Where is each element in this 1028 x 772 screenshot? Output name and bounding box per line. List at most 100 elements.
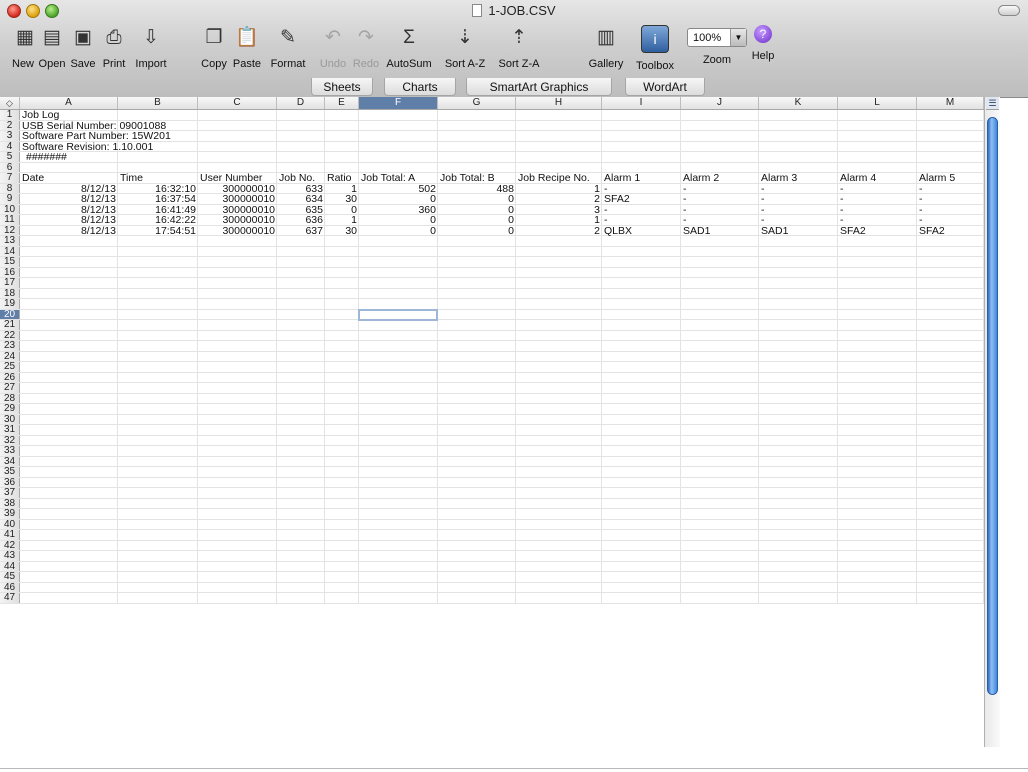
column-header-a[interactable]: A (20, 97, 118, 109)
cell-m8[interactable]: - (917, 184, 984, 194)
column-header-f[interactable]: F (359, 97, 438, 109)
cell-b9[interactable]: 16:37:54 (118, 194, 198, 204)
cell-c9[interactable]: 300000010 (198, 194, 277, 204)
cell-j11[interactable]: - (681, 215, 759, 225)
split-view-icon[interactable]: ☰ (986, 97, 999, 110)
print-button[interactable]: ⎙ Print (100, 22, 128, 70)
ribbon-tab-charts[interactable]: Charts (384, 78, 456, 96)
ribbon-tab-smartart-graphics[interactable]: SmartArt Graphics (466, 78, 612, 96)
cell-j8[interactable]: - (681, 184, 759, 194)
row-header[interactable]: 27 (0, 383, 20, 393)
column-header-m[interactable]: M (917, 97, 984, 109)
row-header[interactable]: 24 (0, 351, 20, 361)
row-header[interactable]: 33 (0, 446, 20, 456)
cell-k11[interactable]: - (759, 215, 838, 225)
paste-button[interactable]: 📋 Paste (231, 22, 263, 70)
sort-a-z-button[interactable]: ⇣ Sort A-Z (440, 22, 490, 70)
row-header[interactable]: 39 (0, 509, 20, 519)
cell-l7[interactable]: Alarm 4 (838, 173, 917, 183)
cell-j10[interactable]: - (681, 205, 759, 215)
cell-i8[interactable]: - (602, 184, 681, 194)
cell-l12[interactable]: SFA2 (838, 226, 917, 236)
cell-h11[interactable]: 1 (516, 215, 602, 225)
cell-g8[interactable]: 488 (438, 184, 516, 194)
row-header[interactable]: 23 (0, 341, 20, 351)
row-header[interactable]: 6 (0, 162, 20, 172)
row-header[interactable]: 5 (0, 152, 20, 162)
row-header[interactable]: 36 (0, 477, 20, 487)
sort-z-a-button[interactable]: ⇡ Sort Z-A (494, 22, 544, 70)
row-header[interactable]: 4 (0, 141, 20, 151)
new-button[interactable]: ▦ New (12, 22, 34, 70)
cell-e7[interactable]: Ratio (325, 173, 359, 183)
cell-c11[interactable]: 300000010 (198, 215, 277, 225)
active-cell[interactable] (358, 308, 438, 321)
cell-i7[interactable]: Alarm 1 (602, 173, 681, 183)
cell-g7[interactable]: Job Total: B (438, 173, 516, 183)
cell-l8[interactable]: - (838, 184, 917, 194)
cell-i10[interactable]: - (602, 205, 681, 215)
cell-c7[interactable]: User Number (198, 173, 277, 183)
row-header[interactable]: 12 (0, 225, 20, 235)
cell-m11[interactable]: - (917, 215, 984, 225)
row-header[interactable]: 29 (0, 404, 20, 414)
column-header-c[interactable]: C (198, 97, 277, 109)
cell-a7[interactable]: Date (20, 173, 118, 183)
cell-k8[interactable]: - (759, 184, 838, 194)
help-button[interactable]: ? Help (748, 22, 778, 62)
cell-g9[interactable]: 0 (438, 194, 516, 204)
cell-a3[interactable]: Software Part Number: 15W201 (20, 131, 171, 141)
cell-a11[interactable]: 8/12/13 (20, 215, 118, 225)
cell-b7[interactable]: Time (118, 173, 198, 183)
cell-b8[interactable]: 16:32:10 (118, 184, 198, 194)
cell-f10[interactable]: 360 (359, 205, 438, 215)
cell-g10[interactable]: 0 (438, 205, 516, 215)
row-header[interactable]: 21 (0, 320, 20, 330)
undo-button[interactable]: ↶ Undo (318, 22, 348, 70)
column-header-j[interactable]: J (681, 97, 759, 109)
cell-d8[interactable]: 633 (277, 184, 325, 194)
cell-c12[interactable]: 300000010 (198, 226, 277, 236)
cell-k7[interactable]: Alarm 3 (759, 173, 838, 183)
cell-e10[interactable]: 0 (325, 205, 359, 215)
row-header[interactable]: 44 (0, 561, 20, 571)
column-header-k[interactable]: K (759, 97, 838, 109)
cell-k12[interactable]: SAD1 (759, 226, 838, 236)
row-header[interactable]: 28 (0, 393, 20, 403)
vertical-scrollbar[interactable]: ☰ (984, 97, 1000, 747)
cell-f12[interactable]: 0 (359, 226, 438, 236)
cell-d9[interactable]: 634 (277, 194, 325, 204)
cell-i11[interactable]: - (602, 215, 681, 225)
row-header[interactable]: 15 (0, 257, 20, 267)
row-header[interactable]: 8 (0, 183, 20, 193)
scrollbar-thumb[interactable] (987, 117, 998, 695)
row-header[interactable]: 9 (0, 194, 20, 204)
row-header[interactable]: 18 (0, 288, 20, 298)
row-header[interactable]: 45 (0, 572, 20, 582)
cell-m9[interactable]: - (917, 194, 984, 204)
cell-i12[interactable]: QLBX (602, 226, 681, 236)
cell-d12[interactable]: 637 (277, 226, 325, 236)
row-header[interactable]: 22 (0, 330, 20, 340)
cell-h9[interactable]: 2 (516, 194, 602, 204)
cell-g11[interactable]: 0 (438, 215, 516, 225)
cell-j12[interactable]: SAD1 (681, 226, 759, 236)
copy-button[interactable]: ❐ Copy (200, 22, 228, 70)
open-button[interactable]: ▤ Open (37, 22, 67, 70)
cell-l10[interactable]: - (838, 205, 917, 215)
cell-f11[interactable]: 0 (359, 215, 438, 225)
row-header[interactable]: 3 (0, 131, 20, 141)
row-header[interactable]: 47 (0, 593, 20, 603)
row-header[interactable]: 46 (0, 582, 20, 592)
cell-h7[interactable]: Job Recipe No. (516, 173, 602, 183)
cell-a2[interactable]: USB Serial Number: 09001088 (20, 121, 166, 131)
row-header[interactable]: 7 (0, 173, 20, 183)
column-header-d[interactable]: D (277, 97, 325, 109)
cell-d11[interactable]: 636 (277, 215, 325, 225)
format-button[interactable]: ✎ Format (266, 22, 310, 70)
save-button[interactable]: ▣ Save (69, 22, 97, 70)
cell-m10[interactable]: - (917, 205, 984, 215)
cell-d10[interactable]: 635 (277, 205, 325, 215)
row-header[interactable]: 10 (0, 204, 20, 214)
ribbon-tab-wordart[interactable]: WordArt (625, 78, 705, 96)
